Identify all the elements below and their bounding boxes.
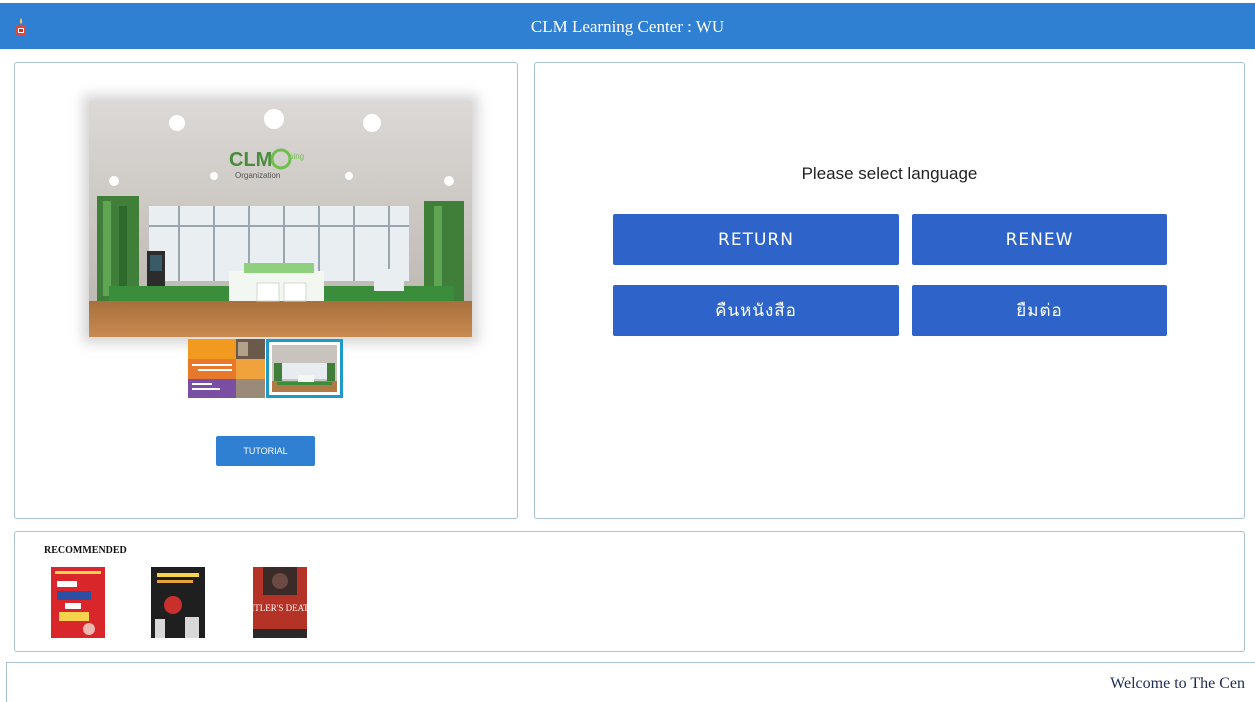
thai-return-button[interactable]: คืนหนังสือ: [613, 285, 899, 336]
app-title: CLM Learning Center : WU: [530, 17, 725, 36]
language-selection-panel: Please select language RETURN RENEW คืนห…: [534, 62, 1245, 519]
thai-renew-button[interactable]: ยืมต่อ: [912, 285, 1167, 336]
recommended-book-3[interactable]: HITLER'S DEATH: [253, 567, 307, 638]
recommended-heading: RECOMMENDED: [44, 545, 127, 556]
slideshow-thumbnail-1[interactable]: [188, 339, 265, 398]
top-header-bar: CLM Learning Center : WU: [0, 3, 1255, 49]
tutorial-button[interactable]: TUTORIAL: [216, 436, 315, 466]
footer-marquee-bar: Welcome to The Cen: [6, 662, 1255, 702]
clm-logo-suffix: oing: [289, 152, 304, 161]
welcome-marquee-text: Welcome to The Cen: [1110, 675, 1245, 692]
recommended-book-1[interactable]: [51, 567, 105, 638]
slideshow-panel: CLM oing Organization TUTORIAL: [14, 62, 518, 519]
recommended-panel: RECOMMENDED HITLER'S DEATH: [14, 531, 1245, 652]
clm-logo-sub: Organization: [235, 171, 280, 180]
return-button[interactable]: RETURN: [613, 214, 899, 265]
book-cover-title: HITLER'S DEATH: [253, 603, 307, 613]
recommended-book-2[interactable]: [151, 567, 205, 638]
language-prompt: Please select language: [801, 164, 978, 183]
main-slideshow-image: CLM oing Organization: [89, 101, 472, 337]
clm-logo-text: CLM: [229, 149, 272, 171]
renew-button[interactable]: RENEW: [912, 214, 1167, 265]
slideshow-thumbnail-2-active[interactable]: [266, 339, 343, 398]
